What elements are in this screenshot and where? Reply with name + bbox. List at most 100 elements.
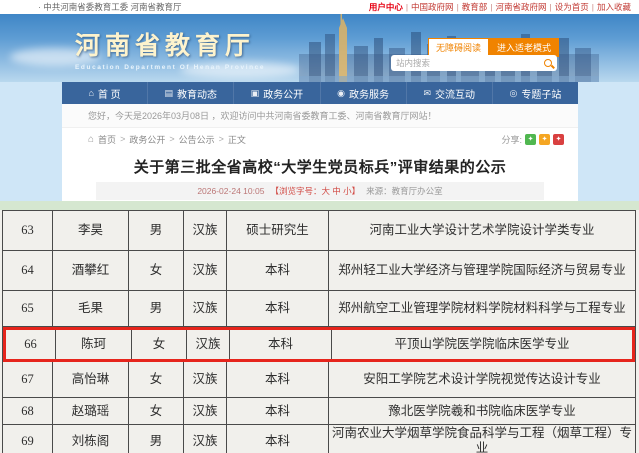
page: · 中共河南省委教育工委 河南省教育厅 用户中心|中国政府网|教育部|河南省政府…: [0, 0, 639, 453]
cell-ethnicity: 汉族: [184, 398, 227, 424]
separator: |: [550, 2, 552, 12]
breadcrumb: ⌂首页>政务公开>公告公示>正文: [88, 133, 246, 146]
document-scan: 63李昊男汉族硕士研究生河南工业大学设计艺术学院设计学类专业64酒攀红女汉族本科…: [0, 210, 639, 453]
nav-item-label: 教育动态: [177, 86, 217, 101]
cell-gender: 女: [129, 251, 184, 290]
breadcrumb-item[interactable]: 正文: [228, 133, 246, 146]
breadcrumb-row: ⌂首页>政务公开>公告公示>正文 分享: ✦✦✦: [62, 128, 578, 150]
topbar-link[interactable]: 用户中心: [369, 1, 403, 13]
nav-item[interactable]: ◎专题子站: [493, 82, 578, 104]
cell-degree: 本科: [227, 291, 329, 326]
table-row: 68赵璐瑶女汉族本科豫北医学院羲和书院临床医学专业: [3, 398, 635, 425]
cell-degree: 本科: [227, 425, 329, 453]
nav-item[interactable]: ⌂ 首 页: [62, 82, 148, 104]
search-input[interactable]: [396, 58, 544, 68]
nav-item[interactable]: ▣政务公开: [234, 82, 320, 104]
cell-degree: 本科: [230, 330, 332, 359]
topbar-link[interactable]: 河南省政府网: [496, 1, 547, 13]
separator: |: [592, 2, 594, 12]
separator: |: [406, 2, 408, 12]
topbar-link[interactable]: 教育部: [462, 1, 488, 13]
nav-item[interactable]: ▤教育动态: [148, 82, 234, 104]
weibo-share-icon[interactable]: ✦: [539, 134, 550, 145]
cell-name: 刘栋阁: [53, 425, 129, 453]
cell-number: 63: [3, 211, 53, 250]
home-icon: ⌂: [88, 88, 93, 98]
cell-name: 陈珂: [56, 330, 132, 359]
table-row: 65毛果男汉族本科郑州航空工业管理学院材料学院材料科学与工程专业: [3, 291, 635, 327]
cell-number: 69: [3, 425, 53, 453]
cell-gender: 男: [129, 425, 184, 453]
nav-item-label: 专题子站: [521, 86, 561, 101]
cell-degree: 本科: [227, 251, 329, 290]
cell-school: 豫北医学院羲和书院临床医学专业: [329, 398, 635, 424]
cell-degree: 本科: [227, 362, 329, 397]
page-title: 关于第三批全省高校“大学生党员标兵”评审结果的公示: [62, 150, 578, 182]
topbar-link[interactable]: 设为首页: [555, 1, 589, 13]
cell-number: 66: [6, 330, 56, 359]
breadcrumb-separator: >: [169, 134, 174, 144]
cell-school: 河南工业大学设计艺术学院设计学类专业: [329, 211, 635, 250]
site-subtitle: Education Department Of Henan Province: [75, 64, 265, 71]
nav-item-label: 首 页: [98, 86, 121, 101]
news-icon: ▤: [165, 88, 174, 99]
site-banner: 河南省教育厅 Education Department Of Henan Pro…: [0, 14, 639, 82]
cell-gender: 男: [129, 291, 184, 326]
breadcrumb-separator: >: [120, 134, 125, 144]
separator: |: [457, 2, 459, 12]
cell-ethnicity: 汉族: [184, 362, 227, 397]
cell-ethnicity: 汉族: [184, 211, 227, 250]
qzone-share-icon[interactable]: ✦: [553, 134, 564, 145]
cell-gender: 男: [129, 211, 184, 250]
cell-number: 65: [3, 291, 53, 326]
nav-item[interactable]: ◉ 政务服务: [321, 82, 407, 104]
cell-number: 68: [3, 398, 53, 424]
cell-school: 平顶山学院医学院临床医学专业: [332, 330, 632, 359]
cell-name: 毛果: [53, 291, 129, 326]
nav-item[interactable]: ✉交流互动: [407, 82, 493, 104]
cell-gender: 女: [129, 362, 184, 397]
font-size-switcher[interactable]: 【浏览字号：大 中 小】: [270, 185, 360, 197]
cell-name: 李昊: [53, 211, 129, 250]
cell-school: 郑州轻工业大学经济与管理学院国际经济与贸易专业: [329, 251, 635, 290]
interaction-icon: ✉: [424, 88, 432, 99]
disclosure-icon: ▣: [251, 88, 260, 99]
cell-ethnicity: 汉族: [184, 251, 227, 290]
agency-names: · 中共河南省委教育工委 河南省教育厅: [38, 1, 182, 13]
site-title: 河南省教育厅: [75, 26, 265, 62]
table-row: 67高怡琳女汉族本科安阳工学院艺术设计学院视觉传达设计专业: [3, 362, 635, 398]
cell-number: 67: [3, 362, 53, 397]
breadcrumb-item[interactable]: 公告公示: [179, 133, 215, 146]
table-row: 69刘栋阁男汉族本科河南农业大学烟草学院食品科学与工程（烟草工程）专业: [3, 425, 635, 453]
subsite-icon: ◎: [510, 88, 518, 99]
article-source: 来源：教育厅办公室: [366, 185, 443, 197]
cell-school: 郑州航空工业管理学院材料学院材料科学与工程专业: [329, 291, 635, 326]
nav-item-label: 政务服务: [349, 86, 389, 101]
separator: |: [490, 2, 492, 12]
breadcrumb-item[interactable]: 政务公开: [129, 133, 165, 146]
cell-degree: 硕士研究生: [227, 211, 329, 250]
table-row: 64酒攀红女汉族本科郑州轻工业大学经济与管理学院国际经济与贸易专业: [3, 251, 635, 291]
cell-gender: 女: [132, 330, 187, 359]
cell-name: 赵璐瑶: [53, 398, 129, 424]
cell-name: 高怡琳: [53, 362, 129, 397]
welcome-bar: 您好，今天是2026年03月08日 ，欢迎访问中共河南省委教育工委、河南省教育厅…: [62, 104, 578, 128]
top-utility-bar: · 中共河南省委教育工委 河南省教育厅 用户中心|中国政府网|教育部|河南省政府…: [0, 0, 639, 14]
cell-gender: 女: [129, 398, 184, 424]
content-area: 您好，今天是2026年03月08日 ，欢迎访问中共河南省委教育工委、河南省教育厅…: [62, 104, 578, 201]
wechat-share-icon[interactable]: ✦: [525, 134, 536, 145]
main-nav: ⌂首 页▤教育动态▣政务公开◉政务服务✉交流互动◎专题子站: [62, 82, 578, 104]
article-meta: 2026-02-24 10:05 【浏览字号：大 中 小】 来源：教育厅办公室: [96, 182, 544, 200]
site-logo: 河南省教育厅 Education Department Of Henan Pro…: [75, 26, 265, 71]
share-widget: 分享: ✦✦✦: [501, 133, 564, 146]
awardees-table: 63李昊男汉族硕士研究生河南工业大学设计艺术学院设计学类专业64酒攀红女汉族本科…: [2, 210, 636, 453]
topbar-link[interactable]: 加入收藏: [597, 1, 631, 13]
cell-ethnicity: 汉族: [184, 425, 227, 453]
nav-item-label: 政务公开: [263, 86, 303, 101]
cell-name: 酒攀红: [53, 251, 129, 290]
search-icon[interactable]: [544, 59, 552, 67]
breadcrumb-item[interactable]: 首页: [98, 133, 116, 146]
cell-school: 河南农业大学烟草学院食品科学与工程（烟草工程）专业: [329, 425, 635, 453]
service-icon: ◉: [337, 88, 345, 99]
topbar-link[interactable]: 中国政府网: [411, 1, 454, 13]
